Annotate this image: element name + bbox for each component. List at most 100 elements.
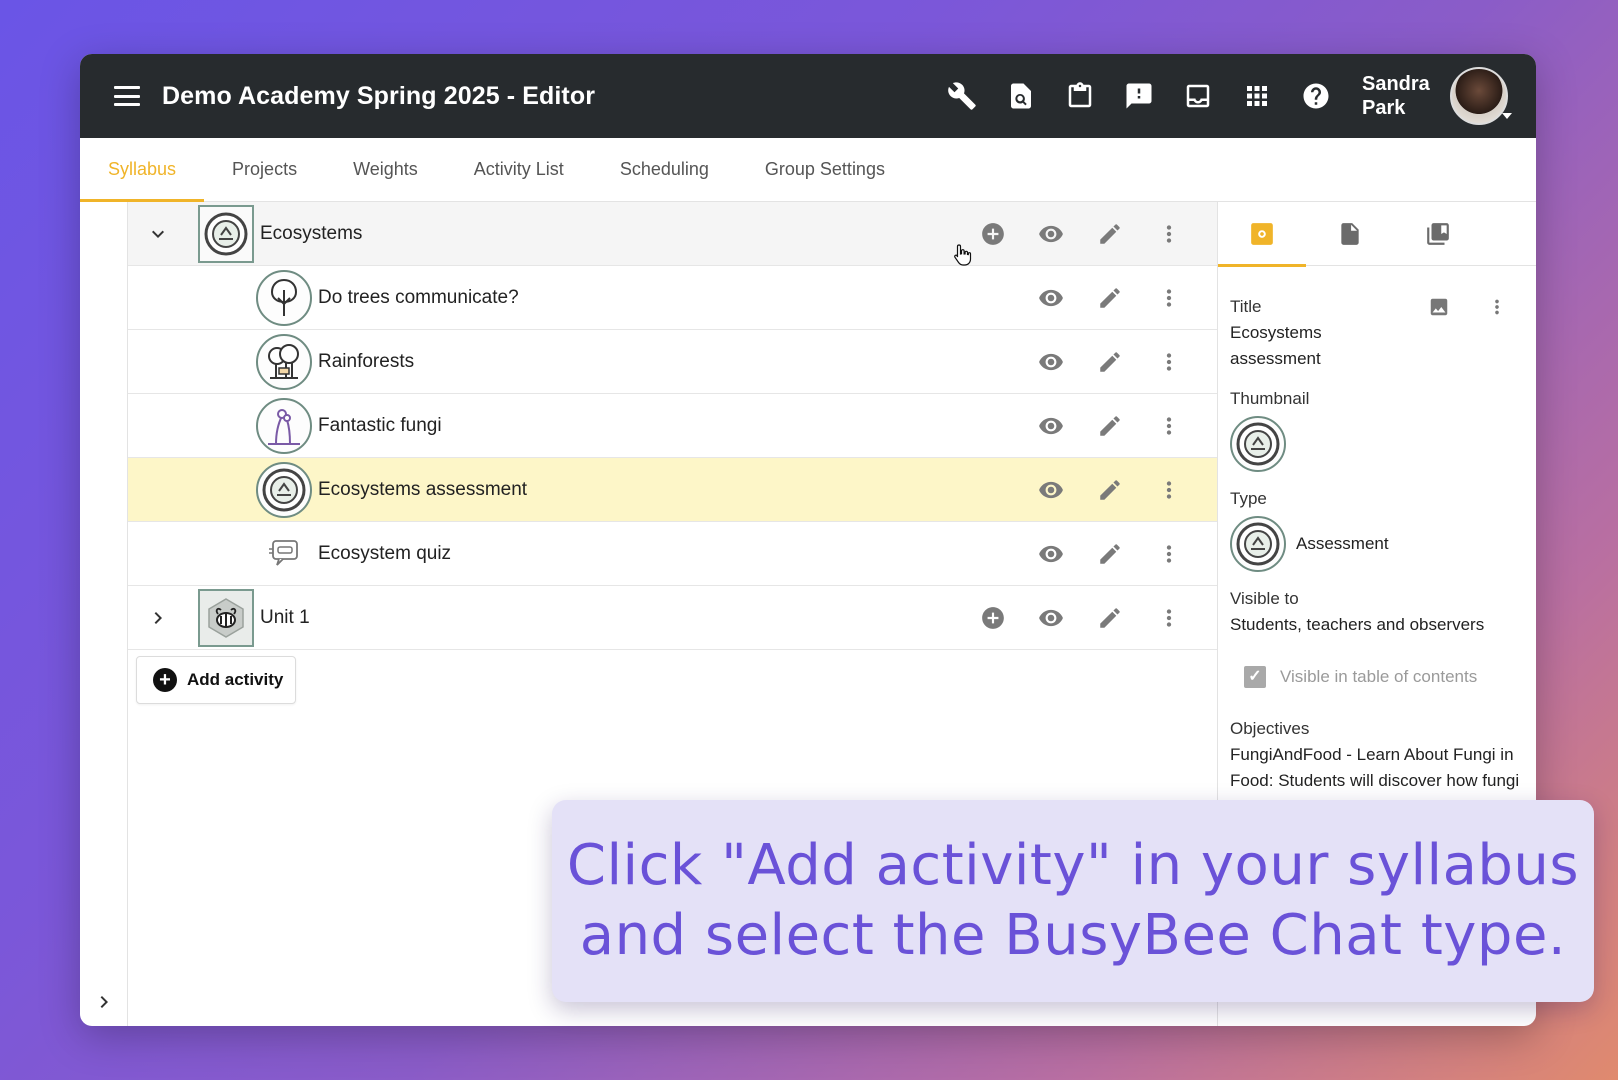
- type-icon: [1230, 516, 1286, 572]
- help-icon[interactable]: [1299, 80, 1332, 113]
- tab-activity-list[interactable]: Activity List: [446, 137, 592, 201]
- toc-label: Visible in table of contents: [1280, 664, 1477, 690]
- eye-icon[interactable]: [1037, 476, 1065, 504]
- top-bar: Demo Academy Spring 2025 - Editor Sandra…: [80, 54, 1536, 138]
- syllabus-activity-row-selected[interactable]: Ecosystems assessment: [128, 458, 1217, 522]
- pencil-icon[interactable]: [1096, 476, 1124, 504]
- add-activity-button[interactable]: + Add activity: [136, 656, 296, 704]
- tab-syllabus[interactable]: Syllabus: [80, 137, 204, 201]
- menu-icon[interactable]: [114, 86, 140, 106]
- syllabus-activity-row[interactable]: Rainforests: [128, 330, 1217, 394]
- pencil-icon[interactable]: [1096, 348, 1124, 376]
- pencil-icon[interactable]: [1096, 540, 1124, 568]
- activity-title: Ecosystem quiz: [318, 543, 1217, 565]
- plus-icon: +: [153, 668, 177, 692]
- user-name: Sandra Park: [1362, 72, 1444, 120]
- tutorial-caption: Click "Add activity" in your syllabus an…: [552, 800, 1594, 1002]
- activity-thumbnail: [256, 334, 312, 390]
- title-value: Ecosystems assessment: [1230, 320, 1350, 372]
- editor-tabs: Syllabus Projects Weights Activity List …: [80, 138, 1536, 202]
- activity-title: Ecosystems assessment: [318, 479, 1217, 501]
- more-vertical-icon[interactable]: [1155, 412, 1183, 440]
- eye-icon[interactable]: [1037, 540, 1065, 568]
- more-vertical-icon[interactable]: [1155, 604, 1183, 632]
- tab-group-settings[interactable]: Group Settings: [737, 137, 913, 201]
- eye-icon[interactable]: [1037, 604, 1065, 632]
- apps-grid-icon[interactable]: [1240, 80, 1273, 113]
- document-tab-icon[interactable]: [1306, 202, 1394, 266]
- left-rail: [80, 202, 128, 1026]
- visible-to-value: Students, teachers and observers: [1230, 612, 1524, 638]
- more-vertical-icon[interactable]: [1486, 296, 1508, 318]
- ecosystem-badge-icon: [261, 467, 307, 513]
- syllabus-activity-row[interactable]: Do trees communicate?: [128, 266, 1217, 330]
- pencil-icon[interactable]: [1096, 284, 1124, 312]
- unit-title: Ecosystems: [260, 223, 1217, 245]
- rainforest-icon: [262, 340, 306, 384]
- unit-title: Unit 1: [260, 607, 1217, 629]
- library-tab-icon[interactable]: [1394, 202, 1482, 266]
- unit-thumbnail: [198, 589, 254, 647]
- settings-tab-icon[interactable]: [1218, 202, 1306, 266]
- more-vertical-icon[interactable]: [1155, 220, 1183, 248]
- activity-thumbnail: [256, 398, 312, 454]
- expand-rail-icon[interactable]: [92, 990, 116, 1014]
- activity-thumbnail: [256, 526, 312, 582]
- feedback-icon[interactable]: [1122, 80, 1155, 113]
- more-vertical-icon[interactable]: [1155, 348, 1183, 376]
- chevron-right-icon[interactable]: [146, 606, 170, 630]
- inbox-icon[interactable]: [1181, 80, 1214, 113]
- thumbnail-preview[interactable]: [1230, 416, 1286, 472]
- more-vertical-icon[interactable]: [1155, 540, 1183, 568]
- assessment-badge-icon: [1235, 521, 1281, 567]
- pencil-icon[interactable]: [1096, 412, 1124, 440]
- ecosystem-badge-icon: [203, 211, 249, 257]
- chevron-down-icon[interactable]: [146, 222, 170, 246]
- tab-scheduling[interactable]: Scheduling: [592, 137, 737, 201]
- toolbar-icons: [945, 80, 1332, 113]
- tab-projects[interactable]: Projects: [204, 137, 325, 201]
- tab-weights[interactable]: Weights: [325, 137, 446, 201]
- wrench-icon[interactable]: [945, 80, 978, 113]
- activity-thumbnail: [256, 270, 312, 326]
- eye-icon[interactable]: [1037, 220, 1065, 248]
- syllabus-activity-row[interactable]: Ecosystem quiz: [128, 522, 1217, 586]
- chat-quiz-icon: [267, 539, 301, 569]
- eye-icon[interactable]: [1037, 284, 1065, 312]
- activity-title: Rainforests: [318, 351, 1217, 373]
- activity-title: Fantastic fungi: [318, 415, 1217, 437]
- caption-line-2: and select the BusyBee Chat type.: [580, 903, 1566, 968]
- add-circle-icon[interactable]: [979, 220, 1007, 248]
- syllabus-unit-row[interactable]: Unit 1: [128, 586, 1217, 650]
- more-vertical-icon[interactable]: [1155, 476, 1183, 504]
- activity-thumbnail: [256, 462, 312, 518]
- objectives-value: FungiAndFood - Learn About Fungi in Food…: [1230, 742, 1520, 794]
- fungi-icon: [262, 404, 306, 448]
- type-label: Type: [1230, 486, 1524, 512]
- add-activity-label: Add activity: [187, 670, 283, 690]
- activity-title: Do trees communicate?: [318, 287, 1217, 309]
- checkbox[interactable]: ✓: [1244, 666, 1266, 688]
- avatar[interactable]: [1450, 67, 1508, 125]
- syllabus-activity-row[interactable]: Fantastic fungi: [128, 394, 1217, 458]
- hand-cursor-icon: [952, 243, 974, 267]
- pencil-icon[interactable]: [1096, 220, 1124, 248]
- tree-icon: [264, 276, 304, 320]
- bee-hexagon-icon: [204, 596, 248, 640]
- thumbnail-label: Thumbnail: [1230, 386, 1524, 412]
- syllabus-unit-row[interactable]: Ecosystems: [128, 202, 1217, 266]
- eye-icon[interactable]: [1037, 412, 1065, 440]
- app-title: Demo Academy Spring 2025 - Editor: [162, 82, 945, 111]
- clipboard-icon[interactable]: [1063, 80, 1096, 113]
- image-icon[interactable]: [1428, 296, 1450, 318]
- search-document-icon[interactable]: [1004, 80, 1037, 113]
- unit-thumbnail: [198, 205, 254, 263]
- ecosystem-badge-icon: [1235, 421, 1281, 467]
- visible-to-label: Visible to: [1230, 586, 1524, 612]
- objectives-label: Objectives: [1230, 716, 1524, 742]
- toc-visibility-toggle[interactable]: ✓ Visible in table of contents: [1244, 664, 1524, 690]
- pencil-icon[interactable]: [1096, 604, 1124, 632]
- eye-icon[interactable]: [1037, 348, 1065, 376]
- add-circle-icon[interactable]: [979, 604, 1007, 632]
- more-vertical-icon[interactable]: [1155, 284, 1183, 312]
